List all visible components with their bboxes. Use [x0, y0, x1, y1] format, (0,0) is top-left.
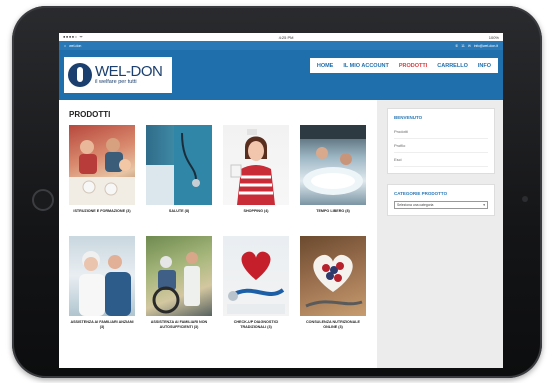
- phone-number[interactable]: 11: [461, 44, 465, 48]
- category-card[interactable]: ASSISTENZA AI FAMILIARI ANZIANI (3): [69, 236, 135, 342]
- categories-title: CATEGORIE PRODOTTO: [394, 191, 448, 196]
- site-logo[interactable]: WEL-DON il welfare per tutti: [64, 57, 172, 93]
- nav-info[interactable]: INFO: [473, 63, 496, 69]
- category-label[interactable]: CHECK-UP DIAGNOSTICI TRADIZIONALI (3): [223, 320, 289, 342]
- site-link[interactable]: wel-don: [69, 44, 81, 48]
- home-button[interactable]: [32, 189, 54, 211]
- main-nav: HOME IL MIO ACCOUNT PRODOTTI CARRELLO IN…: [309, 58, 498, 73]
- category-card[interactable]: SHOPPING (4): [223, 125, 289, 231]
- page-title: PRODOTTI: [69, 110, 111, 119]
- status-bar: ●●●●○ ᯤ 4:25 PM 100%: [59, 33, 503, 41]
- sidebar-link-products[interactable]: Prodotti: [394, 125, 488, 139]
- category-card[interactable]: CONSULENZA NUTRIZIONALE ONLINE (3): [300, 236, 366, 342]
- top-contact-bar: ⌂ wel-don ✆ 11 ✉ info@wel-don.it: [59, 41, 503, 50]
- stage: ●●●●○ ᯤ 4:25 PM 100% ⌂ wel-don ✆ 11 ✉ in…: [0, 0, 555, 383]
- berries-heart-bowl-photo-icon[interactable]: [300, 236, 366, 316]
- welcome-title: BENVENUTO: [394, 115, 423, 120]
- category-label[interactable]: ASSISTENZA AI FAMILIARI ANZIANI (3): [69, 320, 135, 342]
- category-label[interactable]: ISTRUZIONE E FORMAZIONE (3): [69, 209, 135, 231]
- sidebar-link-profile[interactable]: Profilo: [394, 139, 488, 153]
- category-card[interactable]: SALUTE (8): [146, 125, 212, 231]
- site-header: WEL-DON il welfare per tutti HOME IL MIO…: [59, 50, 503, 100]
- phone-icon: ✆: [455, 43, 459, 48]
- categories-widget: CATEGORIE PRODOTTO Seleziona una categor…: [387, 184, 495, 216]
- doctor-stethoscope-photo-icon[interactable]: [146, 125, 212, 205]
- camera-icon: [522, 196, 528, 202]
- tablet-screen: ●●●●○ ᯤ 4:25 PM 100% ⌂ wel-don ✆ 11 ✉ in…: [59, 33, 503, 368]
- main-area: PRODOTTI ISTRUZIONE E FORMAZIONE (3) SAL…: [59, 100, 503, 368]
- elderly-care-photo-icon[interactable]: [69, 236, 135, 316]
- category-card[interactable]: ASSISTENZA AI FAMILIARI NON AUTOSUFFICIE…: [146, 236, 212, 342]
- wheelchair-photo-icon[interactable]: [146, 236, 212, 316]
- chevron-down-icon: ▾: [483, 203, 485, 207]
- home-small-icon[interactable]: ⌂: [64, 44, 66, 48]
- nav-products[interactable]: PRODOTTI: [394, 63, 432, 69]
- clock: 4:25 PM: [278, 34, 294, 40]
- products-content: PRODOTTI ISTRUZIONE E FORMAZIONE (3) SAL…: [59, 100, 377, 368]
- welcome-widget: BENVENUTO Prodotti Profilo Esci: [387, 108, 495, 174]
- nav-cart[interactable]: CARRELLO: [432, 63, 473, 69]
- category-label[interactable]: SHOPPING (4): [223, 209, 289, 231]
- category-select-value: Seleziona una categoria: [397, 203, 434, 207]
- sidebar: BENVENUTO Prodotti Profilo Esci CATEGORI…: [377, 100, 503, 368]
- sidebar-link-logout[interactable]: Esci: [394, 153, 488, 167]
- signal-icon: ●●●●○ ᯤ: [63, 34, 84, 39]
- category-card[interactable]: ISTRUZIONE E FORMAZIONE (3): [69, 125, 135, 231]
- family-meal-photo-icon[interactable]: [69, 125, 135, 205]
- heart-stethoscope-photo-icon[interactable]: [223, 236, 289, 316]
- category-label[interactable]: SALUTE (8): [146, 209, 212, 231]
- email-link[interactable]: info@wel-don.it: [474, 44, 498, 48]
- spa-relax-photo-icon[interactable]: [300, 125, 366, 205]
- category-label[interactable]: ASSISTENZA AI FAMILIARI NON AUTOSUFFICIE…: [146, 320, 212, 342]
- logo-tagline: il welfare per tutti: [95, 79, 137, 86]
- category-card[interactable]: TEMPO LIBERO (8): [300, 125, 366, 231]
- nav-account[interactable]: IL MIO ACCOUNT: [338, 63, 394, 69]
- battery-indicator: 100%: [488, 34, 499, 40]
- category-grid: ISTRUZIONE E FORMAZIONE (3) SALUTE (8) S…: [69, 125, 367, 342]
- category-select[interactable]: Seleziona una categoria ▾: [394, 201, 488, 209]
- email-icon: ✉: [467, 43, 471, 48]
- category-label[interactable]: TEMPO LIBERO (8): [300, 209, 366, 231]
- category-card[interactable]: CHECK-UP DIAGNOSTICI TRADIZIONALI (3): [223, 236, 289, 342]
- nav-home[interactable]: HOME: [312, 63, 339, 69]
- woman-shopping-photo-icon[interactable]: [223, 125, 289, 205]
- logo-mark-icon: [68, 63, 92, 87]
- category-label[interactable]: CONSULENZA NUTRIZIONALE ONLINE (3): [300, 320, 366, 342]
- logo-name: WEL-DON: [95, 63, 163, 81]
